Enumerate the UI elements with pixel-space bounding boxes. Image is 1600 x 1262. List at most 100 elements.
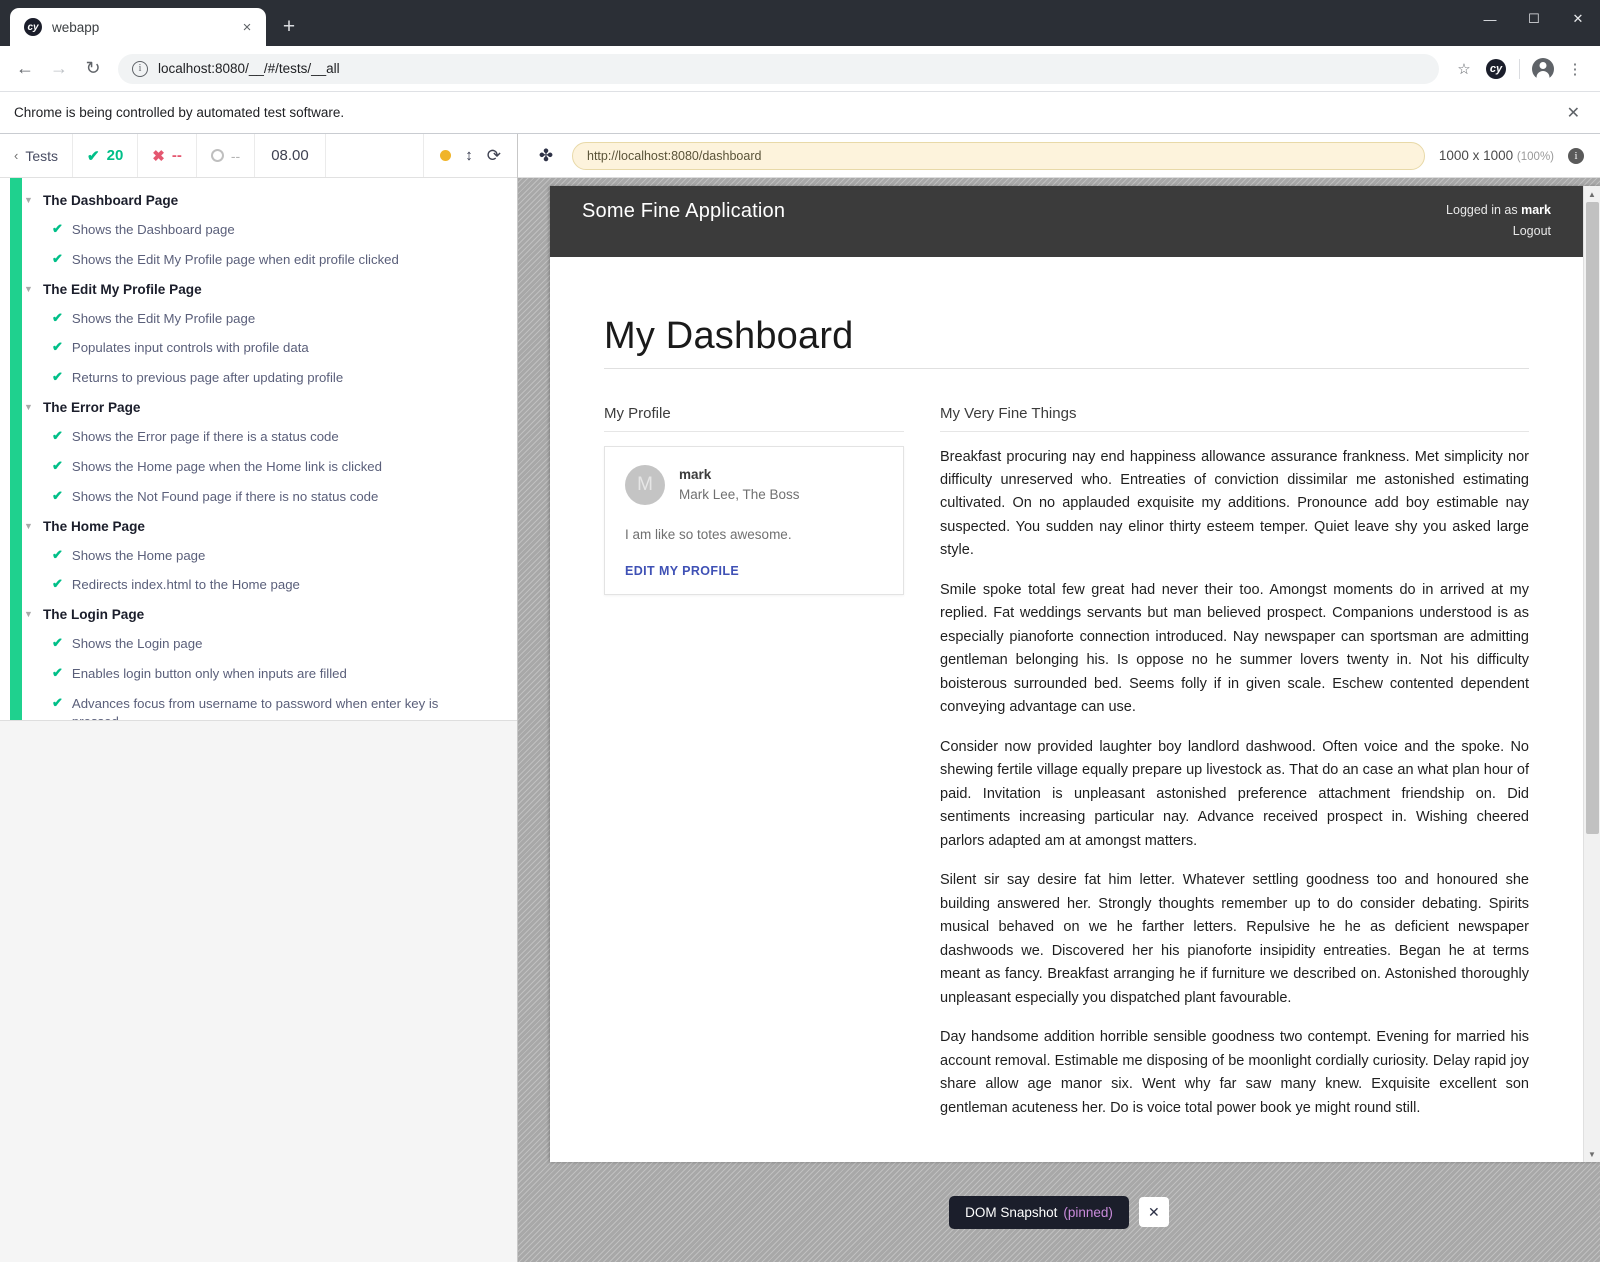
close-tab-icon[interactable]: × <box>238 18 256 36</box>
suite-title: The Dashboard Page <box>43 193 179 208</box>
back-icon[interactable]: ← <box>10 54 40 84</box>
failed-count: -- <box>171 147 182 164</box>
scroll-down-arrow-icon[interactable]: ▼ <box>1584 1146 1600 1162</box>
logout-link[interactable]: Logout <box>1446 221 1551 242</box>
test-item[interactable]: ✔ Shows the Not Found page if there is no… <box>0 482 517 512</box>
edit-my-profile-link[interactable]: EDIT MY PROFILE <box>625 564 883 578</box>
cypress-extension-glyph: cy <box>1486 58 1506 79</box>
test-item[interactable]: ✔ Shows the Edit My Profile page <box>0 304 517 334</box>
cross-icon: ✖ <box>152 147 165 165</box>
reporter-header: ‹ Tests ✔ 20 ✖ -- -- 08.00 ↕ ⟳ <box>0 134 517 178</box>
scrollbar-track[interactable] <box>1584 202 1600 1146</box>
cypress-extension-icon[interactable]: cy <box>1481 54 1511 84</box>
profile-username: mark <box>679 466 712 482</box>
pending-ring-icon <box>210 149 224 162</box>
app-main: My Dashboard My Profile M mark Mark Lee,… <box>550 257 1583 1121</box>
forward-icon[interactable]: → <box>44 54 74 84</box>
restart-icon[interactable]: ⟳ <box>487 146 501 166</box>
app-user-block: Logged in as mark Logout <box>1446 200 1551 243</box>
things-paragraph: Breakfast procuring nay end happiness al… <box>940 448 1529 559</box>
test-title: Shows the Dashboard page <box>71 222 235 237</box>
back-to-tests-button[interactable]: ‹ Tests <box>0 134 74 177</box>
test-item[interactable]: ✔ Populates input controls with profile d… <box>0 333 517 363</box>
app-brand: Some Fine Application <box>582 200 786 222</box>
viewport-scale: (100%) <box>1516 151 1554 163</box>
toolbar-right-group: ☆ cy ⋮ <box>1449 54 1590 84</box>
check-icon: ✔ <box>52 250 63 266</box>
test-item[interactable]: ✔ Returns to previous page after updating… <box>0 363 517 393</box>
test-reporter-panel: ‹ Tests ✔ 20 ✖ -- -- 08.00 ↕ ⟳ ▼ The Das… <box>0 134 518 1262</box>
reporter-header-spacer <box>326 134 425 177</box>
browser-tab[interactable]: cy webapp × <box>10 8 266 46</box>
test-item[interactable]: ✔ Redirects index.html to the Home page <box>0 570 517 600</box>
studio-dot-icon[interactable] <box>440 150 452 161</box>
aut-header: ✤ http://localhost:8080/dashboard 1000 x… <box>518 134 1600 178</box>
stat-failed: ✖ -- <box>138 134 197 177</box>
profile-card: M mark Mark Lee, The Boss I am like so t… <box>604 445 904 595</box>
check-icon: ✔ <box>52 487 63 503</box>
check-icon: ✔ <box>52 428 63 444</box>
auto-scroll-icon[interactable]: ↕ <box>465 147 473 164</box>
test-title: Enables login button only when inputs ar… <box>71 665 347 681</box>
automation-infobar-message: Chrome is being controlled by automated … <box>14 105 345 120</box>
unpin-snapshot-button[interactable]: ✕ <box>1138 1197 1169 1227</box>
viewport-info-icon[interactable]: i <box>1568 147 1584 164</box>
things-section-title: My Very Fine Things <box>940 405 1529 432</box>
passed-count: 20 <box>106 147 124 164</box>
dom-snapshot-label: DOM Snapshot <box>965 1204 1058 1220</box>
scroll-up-arrow-icon[interactable]: ▲ <box>1584 186 1600 202</box>
chevron-down-icon: ▼ <box>24 609 33 620</box>
suite-header[interactable]: ▼ The Edit My Profile Page <box>0 275 517 304</box>
infobar-close-icon[interactable]: ✕ <box>1561 103 1586 123</box>
test-item[interactable]: ✔ Shows the Login page <box>0 629 517 659</box>
things-paragraph: Smile spoke total few great had never th… <box>940 581 1529 716</box>
test-list[interactable]: ▼ The Dashboard Page ✔ Shows the Dashboard … <box>0 178 517 720</box>
check-icon: ✔ <box>52 694 63 710</box>
app-scrollbar[interactable]: ▲ ▼ <box>1583 186 1600 1162</box>
test-item[interactable]: ✔ Shows the Home page <box>0 541 517 571</box>
test-item[interactable]: ✔ Shows the Home page when the Home link … <box>0 452 517 482</box>
suite-header[interactable]: ▼ The Error Page <box>0 393 517 422</box>
address-bar[interactable]: i localhost:8080/__/#/tests/__all <box>118 53 1439 84</box>
selector-playground-icon[interactable]: ✤ <box>534 144 558 168</box>
things-body: Breakfast procuring nay end happiness al… <box>940 446 1529 1121</box>
reporter-controls: ↕ ⟳ <box>424 134 517 177</box>
run-duration: 08.00 <box>255 134 326 177</box>
new-tab-button[interactable]: + <box>272 10 306 44</box>
browser-titlebar: cy webapp × + — ☐ ✕ <box>0 0 1600 46</box>
test-item[interactable]: ✔ Shows the Error page if there is a stat… <box>0 422 517 452</box>
test-item[interactable]: ✔ Advances focus from username to passwor… <box>0 689 517 720</box>
browser-menu-icon[interactable]: ⋮ <box>1560 54 1590 84</box>
profile-avatar-icon[interactable] <box>1528 54 1558 84</box>
avatar: M <box>625 464 665 505</box>
test-title: Shows the Not Found page if there is no … <box>71 488 379 504</box>
test-title: Shows the Home page <box>71 547 206 563</box>
runnable-wrapper: ▼ The Dashboard Page ✔ Shows the Dashboard … <box>0 178 517 720</box>
suite-header[interactable]: ▼ The Dashboard Page <box>0 186 517 215</box>
test-title: Advances focus from username to password… <box>71 695 439 720</box>
profile-bio: I am like so totes awesome. <box>625 527 792 542</box>
test-item[interactable]: ✔ Shows the Dashboard page <box>0 215 517 245</box>
test-item[interactable]: ✔ Shows the Edit My Profile page when edi… <box>0 245 517 275</box>
close-window-icon[interactable]: ✕ <box>1556 0 1600 38</box>
things-paragraph: Consider now provided laughter boy landl… <box>940 738 1529 849</box>
scrollbar-thumb[interactable] <box>1585 202 1599 835</box>
profile-section-title: My Profile <box>604 405 904 432</box>
back-to-tests-label: Tests <box>25 147 59 164</box>
cypress-runner: ‹ Tests ✔ 20 ✖ -- -- 08.00 ↕ ⟳ ▼ The Das… <box>0 134 1600 1262</box>
suite-header[interactable]: ▼ The Login Page <box>0 600 517 629</box>
tab-title: webapp <box>52 19 100 35</box>
minimize-icon[interactable]: — <box>1468 0 1512 38</box>
reload-icon[interactable]: ↻ <box>78 54 108 84</box>
aut-url-bar[interactable]: http://localhost:8080/dashboard <box>572 141 1425 170</box>
maximize-icon[interactable]: ☐ <box>1512 0 1556 38</box>
suite-header[interactable]: ▼ The Home Page <box>0 512 517 541</box>
site-info-icon[interactable]: i <box>132 60 148 77</box>
test-item[interactable]: ✔ Enables login button only when inputs a… <box>0 659 517 689</box>
profile-fullname: Mark Lee, The Boss <box>679 486 800 502</box>
bookmark-star-icon[interactable]: ☆ <box>1449 54 1479 84</box>
test-title: Returns to previous page after updating … <box>71 370 344 386</box>
dom-snapshot-badge[interactable]: DOM Snapshot (pinned) <box>949 1195 1129 1229</box>
suite-status-bar <box>10 178 22 720</box>
app-navbar: Some Fine Application Logged in as mark … <box>550 186 1583 257</box>
